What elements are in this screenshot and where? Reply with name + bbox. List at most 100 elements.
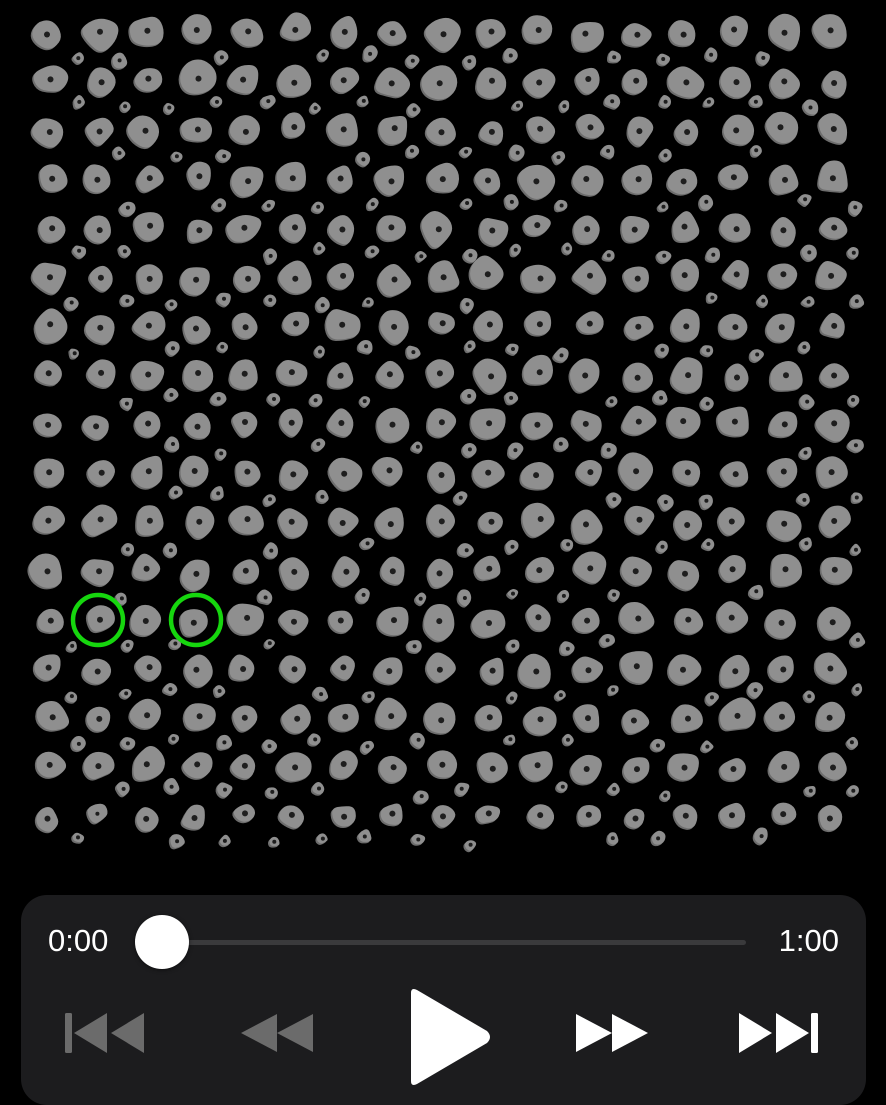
hold[interactable] xyxy=(525,604,551,633)
hold[interactable] xyxy=(361,691,375,704)
hold[interactable] xyxy=(846,394,860,408)
hold[interactable] xyxy=(371,456,403,487)
hold[interactable] xyxy=(704,692,719,707)
hold[interactable] xyxy=(526,804,555,830)
hold[interactable] xyxy=(502,47,518,64)
hold[interactable] xyxy=(747,584,764,600)
hold[interactable] xyxy=(327,507,359,537)
hold[interactable] xyxy=(311,686,329,702)
hold[interactable] xyxy=(111,146,126,161)
hold[interactable] xyxy=(846,439,864,454)
hold[interactable] xyxy=(746,682,764,700)
hold[interactable] xyxy=(748,349,764,364)
hold[interactable] xyxy=(698,494,713,511)
hold[interactable] xyxy=(215,292,231,308)
hold[interactable] xyxy=(88,265,113,293)
hold[interactable] xyxy=(427,260,460,293)
hold[interactable] xyxy=(571,165,604,197)
hold[interactable] xyxy=(131,553,161,582)
hold[interactable] xyxy=(847,200,863,217)
hold[interactable] xyxy=(376,215,406,243)
hold[interactable] xyxy=(463,340,476,354)
hold[interactable] xyxy=(715,601,749,634)
hold[interactable] xyxy=(845,785,859,798)
hold[interactable] xyxy=(185,505,215,540)
hold[interactable] xyxy=(135,264,163,295)
hold[interactable] xyxy=(667,560,700,592)
hold[interactable] xyxy=(170,151,183,163)
hold[interactable] xyxy=(229,754,256,781)
hold[interactable] xyxy=(801,99,819,117)
hold[interactable] xyxy=(768,164,799,196)
hold[interactable] xyxy=(425,359,455,389)
hold[interactable] xyxy=(82,751,115,781)
hold[interactable] xyxy=(262,494,276,508)
hold[interactable] xyxy=(275,161,306,192)
hold[interactable] xyxy=(134,807,159,833)
hold[interactable] xyxy=(425,504,456,538)
hold[interactable] xyxy=(232,559,260,585)
hold[interactable] xyxy=(32,413,62,438)
hold[interactable] xyxy=(326,165,353,194)
hold[interactable] xyxy=(474,705,503,732)
hold[interactable] xyxy=(553,690,566,702)
hold[interactable] xyxy=(524,557,555,584)
hold[interactable] xyxy=(231,312,258,341)
hold[interactable] xyxy=(768,68,801,100)
hold[interactable] xyxy=(278,213,307,244)
hold[interactable] xyxy=(130,455,163,490)
hold[interactable] xyxy=(178,455,209,488)
hold[interactable] xyxy=(84,117,114,147)
hold[interactable] xyxy=(310,781,325,796)
hold[interactable] xyxy=(280,704,311,735)
hold[interactable] xyxy=(420,210,453,250)
hold[interactable] xyxy=(210,486,224,501)
hold[interactable] xyxy=(656,53,671,67)
hold[interactable] xyxy=(377,755,407,785)
hold[interactable] xyxy=(470,609,506,639)
hold[interactable] xyxy=(234,460,261,488)
rewind-button[interactable] xyxy=(237,1008,317,1058)
hold[interactable] xyxy=(600,442,617,459)
hold[interactable] xyxy=(230,18,264,48)
hold[interactable] xyxy=(135,505,164,537)
hold[interactable] xyxy=(425,162,460,194)
hold[interactable] xyxy=(818,217,848,241)
hold[interactable] xyxy=(764,111,799,145)
hold[interactable] xyxy=(770,553,803,588)
hold[interactable] xyxy=(767,263,798,290)
hold[interactable] xyxy=(275,752,312,783)
hold[interactable] xyxy=(130,360,165,392)
hold[interactable] xyxy=(469,408,506,441)
hold[interactable] xyxy=(356,95,369,108)
hold[interactable] xyxy=(724,363,749,392)
hold[interactable] xyxy=(359,740,375,755)
hold[interactable] xyxy=(374,507,404,540)
hold[interactable] xyxy=(521,354,553,386)
hold[interactable] xyxy=(479,657,504,686)
hold[interactable] xyxy=(552,347,569,364)
hold[interactable] xyxy=(358,396,371,409)
hold[interactable] xyxy=(568,358,600,394)
hold[interactable] xyxy=(128,16,164,48)
hold[interactable] xyxy=(797,194,812,208)
hold[interactable] xyxy=(216,734,233,751)
hold[interactable] xyxy=(186,219,213,244)
hold[interactable] xyxy=(228,505,264,536)
hold[interactable] xyxy=(819,312,845,339)
hold[interactable] xyxy=(715,406,749,438)
hold[interactable] xyxy=(355,151,371,168)
hold[interactable] xyxy=(561,733,574,747)
hold[interactable] xyxy=(560,539,574,552)
hold[interactable] xyxy=(767,13,801,52)
hold[interactable] xyxy=(575,113,605,140)
hold[interactable] xyxy=(601,250,615,262)
hold[interactable] xyxy=(816,606,851,641)
hold[interactable] xyxy=(846,247,859,260)
hold[interactable] xyxy=(310,438,326,453)
hold[interactable] xyxy=(131,745,165,782)
hold[interactable] xyxy=(133,411,161,439)
hold[interactable] xyxy=(179,267,210,297)
hold[interactable] xyxy=(452,491,468,506)
hold[interactable] xyxy=(373,165,405,197)
